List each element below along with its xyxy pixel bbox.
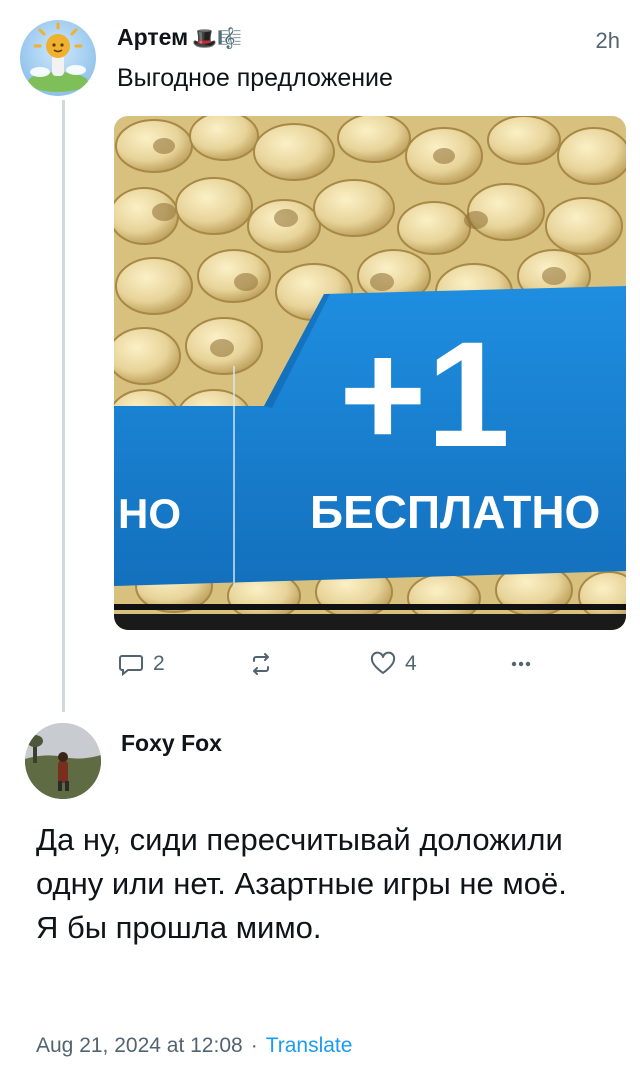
avatar[interactable] [25,723,101,799]
thread-line [62,100,65,712]
avatar-figure-in-field-icon [25,723,101,799]
comment-icon [119,655,143,677]
post-timestamp[interactable]: 2h [596,28,620,54]
reply-count: 2 [153,652,165,675]
author-emoji: 🎩🎼 [192,25,242,50]
promo-left-fragment: НО [118,490,181,537]
author-name[interactable]: Артем [117,24,188,51]
pasta-package-image: +1 БЕСПЛАТНО НО [114,116,626,630]
reply-text: Да ну, сиди пересчитывай доложили одну и… [36,822,567,945]
meta-separator: · [250,1034,258,1057]
post-text: Выгодное предложение [117,64,393,92]
like-button[interactable]: 4 [369,644,417,684]
repost-button[interactable] [247,644,283,684]
reply-author[interactable]: Foxy Fox [121,730,222,757]
avatar-sun-figure-icon [28,22,88,92]
post-author[interactable]: Артем 🎩🎼 [117,24,242,51]
avatar[interactable] [20,20,96,96]
more-dots-icon [511,661,531,667]
reply-meta: Aug 21, 2024 at 12:08 · Translate [36,1034,352,1058]
reply-button[interactable]: 2 [117,644,165,684]
like-count: 4 [405,652,417,675]
repost-icon [253,653,269,675]
promo-plus-text: +1 [339,310,510,478]
post-thread: Артем 🎩🎼 2h Выгодное предложение +1 БЕСП… [0,0,640,1076]
post-image[interactable]: +1 БЕСПЛАТНО НО [114,116,626,630]
promo-label-text: БЕСПЛАТНО [310,486,600,538]
more-options-button[interactable] [507,644,535,684]
post-actions: 2 4 [117,644,547,684]
reply-timestamp: Aug 21, 2024 at 12:08 [36,1034,243,1057]
translate-link[interactable]: Translate [266,1034,353,1058]
heart-icon [370,651,396,674]
